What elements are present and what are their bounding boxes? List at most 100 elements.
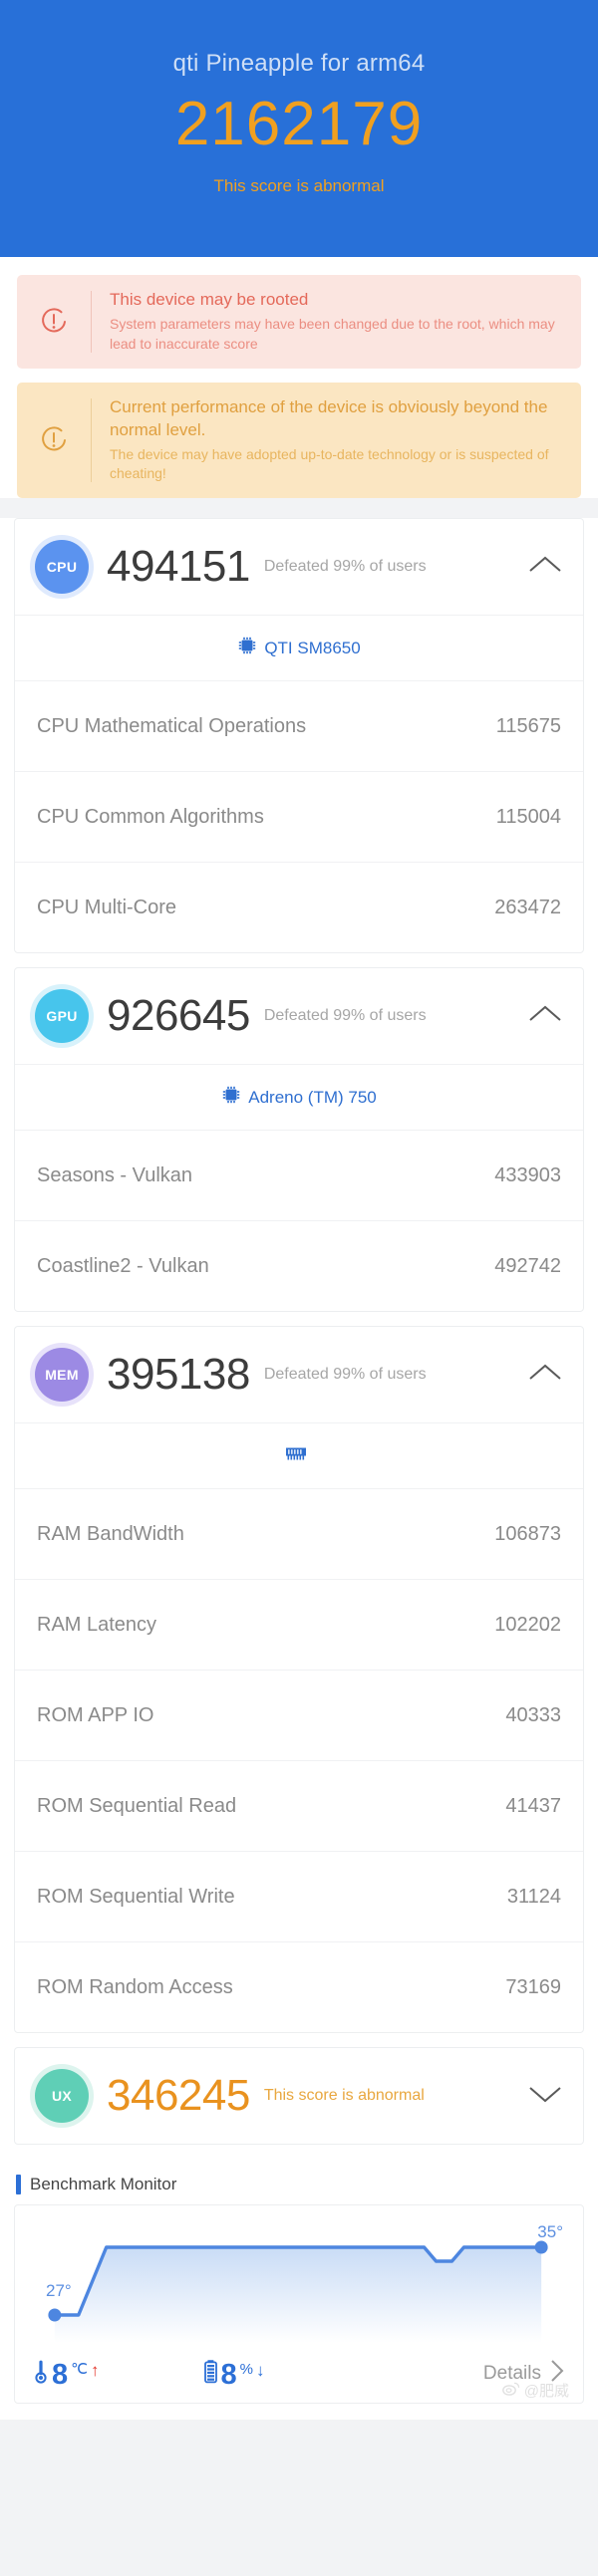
item-label: ROM Sequential Write: [37, 1885, 235, 1908]
table-row: Coastline2 - Vulkan 492742: [15, 1220, 583, 1311]
category-header-ux[interactable]: UX 346245 This score is abnormal: [15, 2048, 583, 2144]
cpu-badge: CPU: [35, 540, 89, 595]
warning-title: This device may be rooted: [110, 290, 309, 309]
chevron-up-icon[interactable]: [515, 552, 565, 583]
temperature-delta-value: 8: [52, 2358, 69, 2391]
score-sections: CPU 494151 Defeated 99% of users QTI SM8…: [0, 518, 598, 2421]
item-value: 115004: [495, 805, 561, 828]
table-row: Seasons - Vulkan 433903: [15, 1130, 583, 1220]
item-value: 102202: [494, 1613, 561, 1636]
table-row: CPU Multi-Core 263472: [15, 862, 583, 952]
table-row: CPU Common Algorithms 115004: [15, 771, 583, 862]
item-value: 41437: [505, 1794, 561, 1817]
chevron-up-icon[interactable]: [515, 1001, 565, 1032]
table-row: RAM BandWidth 106873: [15, 1488, 583, 1579]
category-card-mem: MEM 395138 Defeated 99% of users RAM Ban…: [14, 1326, 584, 2034]
warning-banner-performance[interactable]: Current performance of the device is obv…: [17, 382, 581, 499]
item-value: 40333: [505, 1703, 561, 1726]
warning-subtitle: System parameters may have been changed …: [110, 315, 555, 352]
item-value: 433903: [494, 1163, 561, 1186]
ram-stick-icon: [285, 1445, 307, 1466]
temperature-delta-stat: 8 ℃ ↑: [33, 2359, 100, 2390]
gpu-percentile: Defeated 99% of users: [263, 1007, 427, 1025]
monitor-title-label: Benchmark Monitor: [30, 2175, 177, 2194]
cpu-percentile: Defeated 99% of users: [263, 558, 427, 576]
item-label: ROM Sequential Read: [37, 1794, 237, 1817]
category-card-cpu: CPU 494151 Defeated 99% of users QTI SM8…: [14, 518, 584, 954]
mem-chip-row[interactable]: [15, 1422, 583, 1488]
watermark-text: @肥威: [523, 2383, 569, 2401]
item-label: RAM BandWidth: [37, 1522, 184, 1545]
gpu-chip-label: Adreno (TM) 750: [248, 1087, 377, 1107]
chevron-down-icon[interactable]: [515, 2081, 565, 2112]
item-label: ROM APP IO: [37, 1703, 154, 1726]
item-label: CPU Multi-Core: [37, 896, 177, 918]
battery-delta-stat: 8 % ↓: [203, 2358, 265, 2391]
ux-score: 346245: [107, 2071, 250, 2121]
table-row: RAM Latency 102202: [15, 1579, 583, 1670]
warning-text-block: Current performance of the device is obv…: [92, 396, 581, 485]
category-header-cpu[interactable]: CPU 494151 Defeated 99% of users: [15, 519, 583, 615]
item-value: 115675: [495, 714, 561, 737]
item-label: CPU Common Algorithms: [37, 805, 264, 828]
monitor-footer: 8 ℃ ↑ 8 % ↓ Details: [15, 2343, 583, 2405]
bottom-spacer: [0, 2404, 598, 2421]
table-row: ROM Sequential Read 41437: [15, 1760, 583, 1851]
item-label: Seasons - Vulkan: [37, 1163, 193, 1186]
ux-abnormal-note: This score is abnormal: [263, 2087, 425, 2105]
score-abnormal-note: This score is abnormal: [213, 176, 385, 196]
score-header: qti Pineapple for arm64 2162179 This sco…: [0, 0, 598, 257]
device-name: qti Pineapple for arm64: [172, 50, 426, 77]
table-row: CPU Mathematical Operations 115675: [15, 680, 583, 771]
trend-up-icon: ↑: [91, 2360, 100, 2380]
battery-unit: %: [239, 2360, 253, 2378]
category-header-gpu[interactable]: GPU 926645 Defeated 99% of users: [15, 968, 583, 1064]
warning-subtitle: The device may have adopted up-to-date t…: [110, 445, 549, 482]
item-label: RAM Latency: [37, 1613, 157, 1636]
thermometer-icon: [33, 2359, 49, 2390]
mem-score: 395138: [107, 1350, 250, 1400]
item-value: 263472: [494, 896, 561, 918]
cpu-score: 494151: [107, 542, 250, 592]
exclamation-circle-icon: [17, 305, 91, 339]
mem-percentile: Defeated 99% of users: [263, 1366, 427, 1384]
trend-down-icon: ↓: [255, 2360, 265, 2380]
ux-badge: UX: [35, 2069, 89, 2124]
category-card-ux: UX 346245 This score is abnormal: [14, 2047, 584, 2146]
warning-title: Current performance of the device is obv…: [110, 396, 548, 439]
temperature-chart: 27° 35°: [15, 2205, 583, 2344]
benchmark-monitor-card: 27° 35° 8 ℃ ↑ 8 % ↓ Details @肥威: [14, 2204, 584, 2405]
warning-banners: This device may be rooted System paramet…: [0, 257, 598, 499]
temperature-chart-svg: [48, 2240, 548, 2344]
battery-delta-value: 8: [220, 2358, 237, 2391]
gpu-chip-icon: [221, 1085, 241, 1110]
cpu-chip-icon: [237, 636, 257, 660]
gpu-score: 926645: [107, 991, 250, 1041]
chart-end-temp-label: 35°: [537, 2222, 563, 2242]
cpu-chip-label: QTI SM8650: [264, 638, 361, 657]
table-row: ROM APP IO 40333: [15, 1670, 583, 1760]
battery-icon: [203, 2359, 218, 2390]
item-value: 31124: [506, 1885, 561, 1908]
item-value: 492742: [494, 1254, 561, 1277]
benchmark-monitor-title: Benchmark Monitor: [16, 2175, 598, 2195]
warning-text-block: This device may be rooted System paramet…: [92, 289, 581, 355]
temperature-unit: ℃: [71, 2360, 88, 2378]
item-label: CPU Mathematical Operations: [37, 714, 307, 737]
gpu-badge: GPU: [35, 989, 89, 1044]
gpu-chip-row[interactable]: Adreno (TM) 750: [15, 1064, 583, 1130]
total-score: 2162179: [174, 90, 424, 158]
category-header-mem[interactable]: MEM 395138 Defeated 99% of users: [15, 1327, 583, 1422]
item-value: 73169: [505, 1975, 561, 1998]
warning-banner-rooted[interactable]: This device may be rooted System paramet…: [17, 275, 581, 369]
chart-start-temp-label: 27°: [46, 2281, 72, 2301]
cpu-chip-row[interactable]: QTI SM8650: [15, 615, 583, 680]
mem-badge: MEM: [35, 1348, 89, 1403]
weibo-icon: [501, 2382, 520, 2400]
section-accent-bar: [16, 2175, 21, 2195]
table-row: ROM Random Access 73169: [15, 1941, 583, 2032]
item-value: 106873: [494, 1522, 561, 1545]
chevron-up-icon[interactable]: [515, 1360, 565, 1391]
item-label: Coastline2 - Vulkan: [37, 1254, 209, 1277]
weibo-watermark: @肥威: [501, 2380, 569, 2401]
